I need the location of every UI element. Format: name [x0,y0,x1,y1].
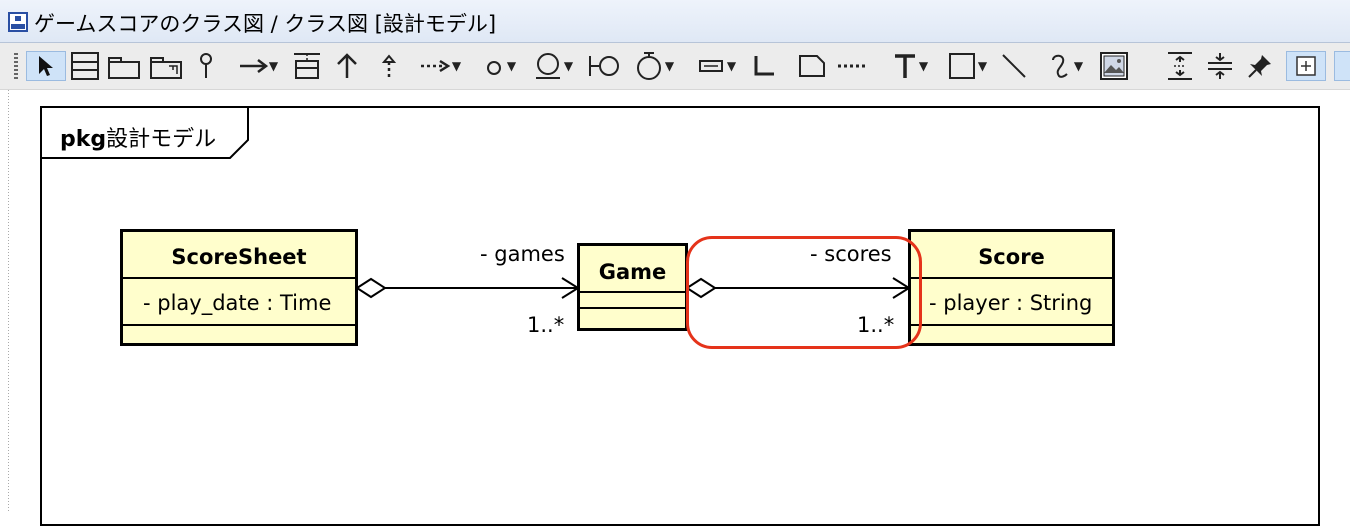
compartment-divider [123,277,355,279]
class-name: Game [598,260,667,284]
games-aggregation-diamond [355,277,387,299]
compartment-divider [580,307,685,309]
class-game[interactable]: Game [577,243,688,331]
compartment-divider [580,291,685,293]
games-role-label[interactable]: - games [480,242,565,266]
compartment-divider [123,324,355,326]
attribute-play-date[interactable]: - play_date : Time [143,291,331,315]
attribute-player[interactable]: - player : String [929,291,1092,315]
class-name: ScoreSheet [171,245,307,269]
highlight-annotation [686,236,922,349]
compartment-divider [911,277,1112,279]
class-scoresheet[interactable]: ScoreSheet - play_date : Time [120,229,358,346]
compartment-divider [911,324,1112,326]
games-multiplicity-label[interactable]: 1..* [527,313,564,337]
class-name: Score [978,245,1045,269]
class-score[interactable]: Score - player : String [908,229,1115,346]
